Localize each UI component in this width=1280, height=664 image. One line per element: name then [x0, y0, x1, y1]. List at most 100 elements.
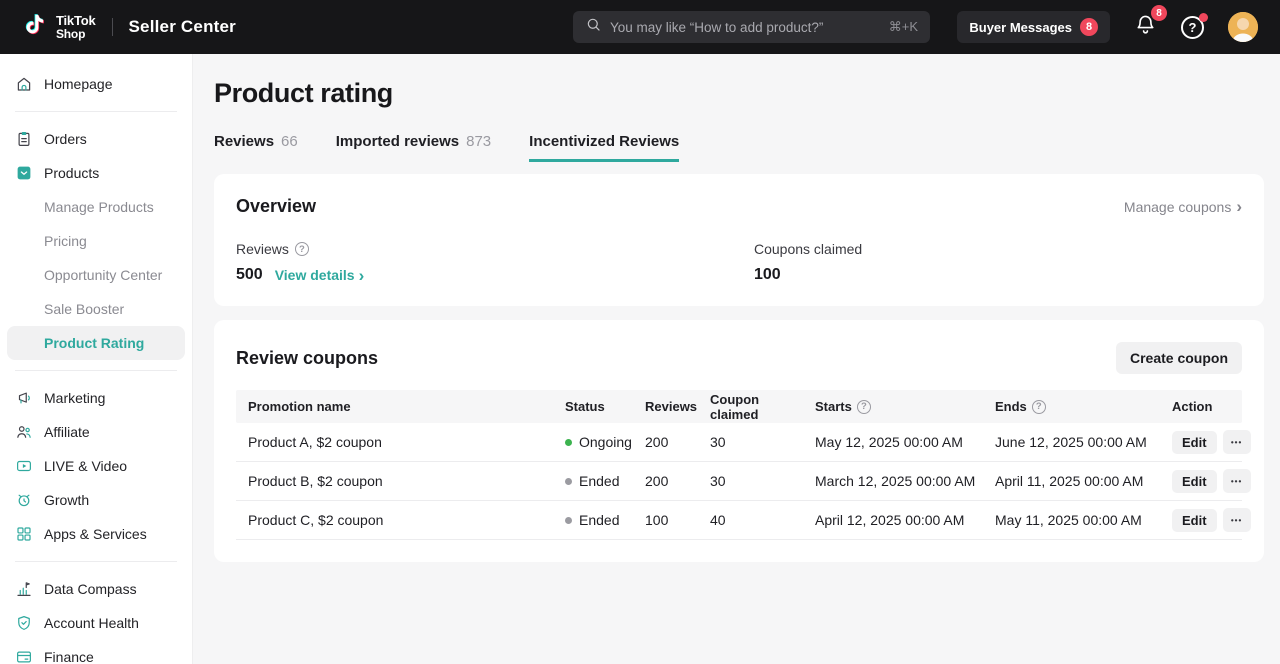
table-row: Product B, $2 coupon Ended 200 30 March …: [236, 462, 1242, 501]
sidebar-item-data-compass[interactable]: Data Compass: [0, 572, 192, 606]
status-cell: Ongoing: [553, 434, 633, 450]
view-details-link[interactable]: View details ›: [275, 267, 365, 284]
sidebar-item-marketing[interactable]: Marketing: [0, 381, 192, 415]
sidebar-item-manage-products[interactable]: Manage Products: [0, 190, 192, 224]
sidebar-item-products[interactable]: Products: [0, 156, 192, 190]
sidebar-item-label: Product Rating: [44, 335, 144, 351]
search-input[interactable]: You may like “How to add product?” ⌘+K: [573, 11, 930, 43]
sidebar-item-orders[interactable]: Orders: [0, 122, 192, 156]
page-title: Product rating: [214, 78, 1264, 109]
sidebar-item-live-video[interactable]: LIVE & Video: [0, 449, 192, 483]
table-row: Product C, $2 coupon Ended 100 40 April …: [236, 501, 1242, 540]
edit-button[interactable]: Edit: [1172, 431, 1217, 454]
tiktok-shop-logo[interactable]: TikTok Shop: [22, 11, 96, 43]
brand-line1: TikTok: [56, 14, 96, 28]
claimed-cell: 30: [698, 434, 803, 450]
starts-cell: May 12, 2025 00:00 AM: [803, 434, 983, 450]
edit-button[interactable]: Edit: [1172, 470, 1217, 493]
table-header-row: Promotion name Status Reviews Coupon cla…: [236, 390, 1242, 423]
stat-coupons-claimed: Coupons claimed 100: [754, 241, 1242, 284]
buyer-messages-button[interactable]: Buyer Messages 8: [957, 11, 1110, 43]
coupons-table: Promotion name Status Reviews Coupon cla…: [236, 390, 1242, 540]
wallet-icon: [15, 648, 33, 664]
topbar-actions: Buyer Messages 8 8 ?: [957, 0, 1258, 54]
review-coupons-title: Review coupons: [236, 348, 378, 369]
chevron-right-icon: ›: [1236, 198, 1242, 215]
notifications-button[interactable]: 8: [1134, 13, 1157, 41]
column-coupon-claimed: Coupon claimed: [698, 392, 803, 422]
promotion-name-cell: Product B, $2 coupon: [236, 473, 553, 489]
sidebar-item-label: Products: [44, 165, 99, 181]
stat-value: 100: [754, 266, 781, 284]
sidebar-item-pricing[interactable]: Pricing: [0, 224, 192, 258]
sidebar-item-label: Sale Booster: [44, 301, 124, 317]
create-coupon-button[interactable]: Create coupon: [1116, 342, 1242, 374]
column-reviews: Reviews: [633, 399, 698, 414]
people-icon: [15, 423, 33, 441]
avatar[interactable]: [1228, 12, 1258, 42]
shield-check-icon: [15, 614, 33, 632]
tab-label: Reviews: [214, 133, 274, 150]
tab-count: 873: [466, 133, 491, 150]
products-box-icon: [15, 164, 33, 182]
status-cell: Ended: [553, 473, 633, 489]
sidebar-item-affiliate[interactable]: Affiliate: [0, 415, 192, 449]
tab-imported-reviews[interactable]: Imported reviews 873: [336, 133, 491, 162]
help-icon[interactable]: ?: [857, 400, 871, 414]
sidebar-item-label: Growth: [44, 492, 89, 508]
status-label: Ongoing: [579, 434, 632, 450]
edit-button[interactable]: Edit: [1172, 509, 1217, 532]
search-placeholder: You may like “How to add product?”: [610, 20, 881, 35]
more-actions-button[interactable]: •••: [1223, 430, 1251, 454]
tiktok-note-icon: [22, 11, 47, 43]
sidebar-item-opportunity-center[interactable]: Opportunity Center: [0, 258, 192, 292]
sidebar-item-apps-services[interactable]: Apps & Services: [0, 517, 192, 551]
bar-chart-icon: [15, 580, 33, 598]
reviews-cell: 100: [633, 512, 698, 528]
promotion-name-cell: Product C, $2 coupon: [236, 512, 553, 528]
sidebar-item-account-health[interactable]: Account Health: [0, 606, 192, 640]
action-cell: Edit •••: [1160, 430, 1251, 454]
sidebar-divider: [15, 370, 177, 371]
stat-label: Reviews: [236, 241, 289, 257]
more-actions-button[interactable]: •••: [1223, 469, 1251, 493]
status-dot: [565, 517, 572, 524]
sidebar-item-label: Apps & Services: [44, 526, 147, 542]
stat-reviews: Reviews ? 500 View details ›: [236, 241, 754, 284]
reviews-cell: 200: [633, 434, 698, 450]
sidebar-item-finance[interactable]: Finance: [0, 640, 192, 664]
column-action: Action: [1160, 399, 1242, 414]
claimed-cell: 30: [698, 473, 803, 489]
sidebar: Homepage Orders Products Manage Products…: [0, 54, 193, 664]
overview-stats: Reviews ? 500 View details › Coupons cla…: [236, 241, 1242, 284]
action-cell: Edit •••: [1160, 469, 1251, 493]
sidebar-item-label: Marketing: [44, 390, 105, 406]
column-promotion-name: Promotion name: [236, 399, 553, 414]
sidebar-item-growth[interactable]: Growth: [0, 483, 192, 517]
column-starts: Starts ?: [803, 399, 983, 414]
manage-coupons-link[interactable]: Manage coupons ›: [1124, 198, 1242, 215]
status-label: Ended: [579, 512, 619, 528]
help-icon[interactable]: ?: [295, 242, 309, 256]
table-row: Product A, $2 coupon Ongoing 200 30 May …: [236, 423, 1242, 462]
video-icon: [15, 457, 33, 475]
tab-reviews[interactable]: Reviews 66: [214, 133, 298, 162]
help-icon[interactable]: ?: [1032, 400, 1046, 414]
help-button[interactable]: ?: [1181, 16, 1204, 39]
sidebar-item-label: Opportunity Center: [44, 267, 162, 283]
column-ends: Ends ?: [983, 399, 1160, 414]
view-details-label: View details: [275, 267, 355, 283]
growth-clock-icon: [15, 491, 33, 509]
sidebar-divider: [15, 561, 177, 562]
ends-cell: April 11, 2025 00:00 AM: [983, 473, 1160, 489]
more-actions-button[interactable]: •••: [1223, 508, 1251, 532]
megaphone-icon: [15, 389, 33, 407]
search-icon: [585, 16, 602, 38]
tab-incentivized-reviews[interactable]: Incentivized Reviews: [529, 133, 679, 162]
sidebar-item-product-rating[interactable]: Product Rating: [7, 326, 185, 360]
sidebar-item-homepage[interactable]: Homepage: [0, 67, 192, 101]
main-content: Product rating Reviews 66 Imported revie…: [193, 54, 1280, 664]
sidebar-item-label: LIVE & Video: [44, 458, 127, 474]
tab-count: 66: [281, 133, 298, 150]
sidebar-item-sale-booster[interactable]: Sale Booster: [0, 292, 192, 326]
